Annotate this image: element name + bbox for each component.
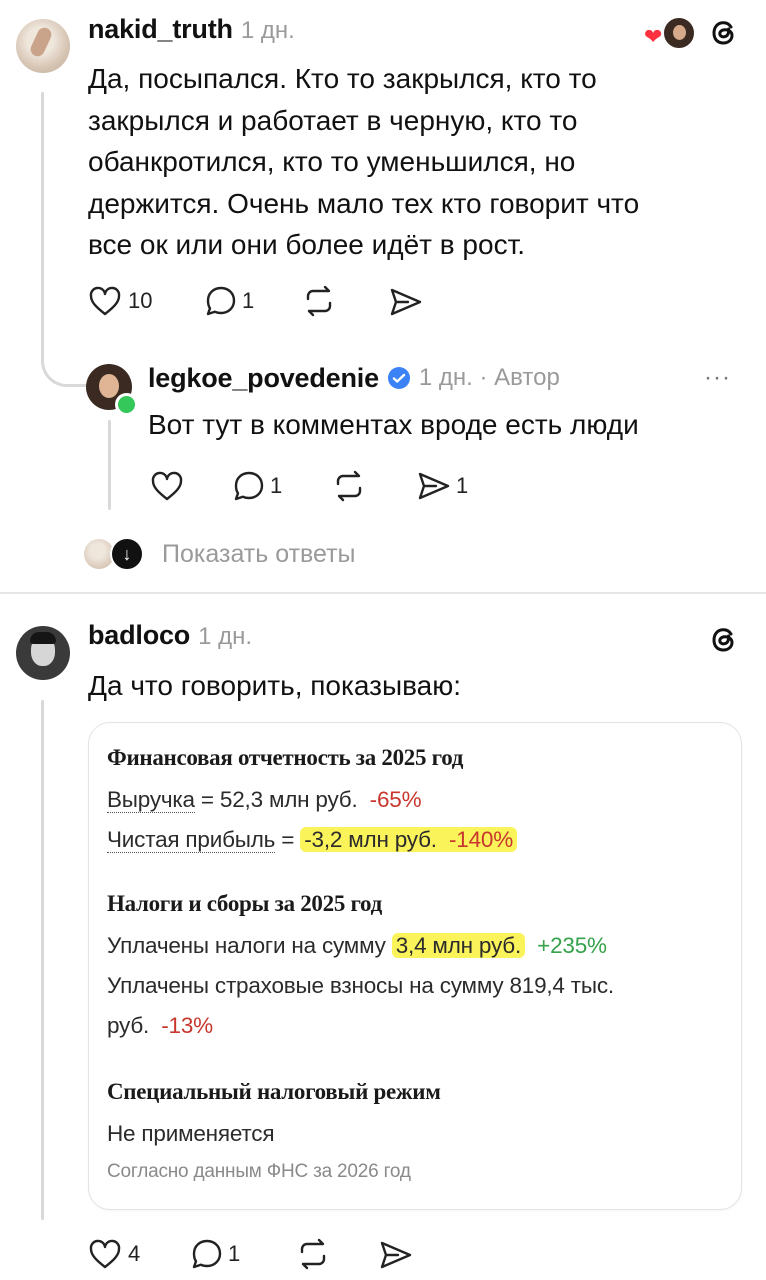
avatar-nakid-truth[interactable] — [16, 19, 70, 73]
like-button[interactable] — [150, 470, 184, 502]
comment-icon — [204, 285, 238, 317]
profit-label: Чистая прибыль — [107, 827, 276, 853]
like-button[interactable]: 10 — [88, 285, 152, 317]
highlight-marker: -3,2 млн руб. -140% — [300, 827, 518, 852]
arrow-down-icon: ↓ — [110, 537, 144, 571]
verified-badge-icon — [387, 366, 411, 390]
share-count: 1 — [456, 473, 469, 498]
post-text-line: Да, посыпался. Кто то закрылся, кто то — [88, 63, 597, 94]
insurance-row: Уплачены страховые взносы на сумму 819,4… — [107, 973, 614, 998]
share-icon[interactable] — [378, 1239, 414, 1271]
profit-eq: = — [275, 827, 301, 852]
revenue-change: -65% — [369, 787, 422, 812]
thread-line — [41, 92, 44, 362]
repost-icon[interactable] — [330, 470, 368, 502]
show-replies-label: Показать ответы — [162, 539, 356, 568]
revenue-label: Выручка — [107, 787, 195, 813]
insurance-change: -13% — [161, 1013, 213, 1038]
taxes-label: Уплачены налоги на сумму — [107, 933, 392, 958]
attached-image-card[interactable]: Финансовая отчетность за 2025 год Выручк… — [88, 722, 742, 1210]
username[interactable]: badloco — [88, 620, 190, 651]
threads-icon[interactable] — [706, 15, 742, 51]
revenue-value: = 52,3 млн руб. — [194, 787, 358, 812]
post-divider — [0, 592, 766, 594]
share-icon — [416, 470, 452, 502]
post-text-line: закрылся и работает в черную, кто то — [88, 104, 578, 136]
like-count: 10 — [128, 288, 153, 313]
like-button[interactable]: 4 — [88, 1238, 140, 1270]
username[interactable]: legkoe_povedenie — [148, 363, 379, 394]
section-title-taxes: Налоги и сборы за 2025 год — [107, 891, 382, 916]
post-text: Да что говорить, показываю: — [88, 670, 461, 701]
reply-button[interactable]: 1 — [204, 285, 254, 317]
post-text-line: обанкротился, кто то уменьшился, но — [88, 146, 576, 177]
regime-value: Не применяется — [107, 1121, 275, 1146]
share-icon[interactable] — [388, 286, 424, 318]
insurance-unit: руб. — [107, 1013, 150, 1038]
username[interactable]: nakid_truth — [88, 14, 233, 45]
reply-count: 1 — [270, 473, 283, 498]
reply-text: Вот тут в комментах вроде есть люди — [148, 409, 639, 440]
online-status-dot — [115, 393, 138, 416]
liked-by-avatar — [662, 16, 696, 50]
repost-icon[interactable] — [300, 285, 338, 317]
highlight-marker: 3,4 млн руб. — [391, 933, 526, 958]
reply-time: 1 дн. · Автор — [418, 364, 560, 391]
reply-button[interactable]: 1 — [232, 470, 282, 502]
taxes-row: Уплачены налоги на сумму 3,4 млн руб. +2… — [107, 933, 607, 959]
share-button[interactable]: 1 — [416, 470, 468, 502]
taxes-value: 3,4 млн руб. — [395, 933, 522, 958]
like-count: 4 — [128, 1241, 141, 1266]
profit-row: Чистая прибыль = -3,2 млн руб. -140% — [107, 827, 518, 853]
section-title-regime: Специальный налоговый режим — [107, 1079, 441, 1104]
comment-icon — [190, 1238, 224, 1270]
revenue-row: Выручка = 52,3 млн руб. -65% — [107, 787, 422, 813]
section-title-financial: Финансовая отчетность за 2025 год — [107, 745, 464, 770]
insurance-row-cont: руб. -13% — [107, 1013, 213, 1039]
post-time: 1 дн. — [240, 17, 295, 44]
source-note: Согласно данным ФНС за 2026 год — [107, 1161, 411, 1182]
thread-line — [41, 700, 44, 1220]
reply-count: 1 — [242, 288, 255, 313]
liked-by-author[interactable]: ❤ — [642, 16, 696, 50]
heart-outline-icon — [88, 285, 122, 317]
avatar-badloco[interactable] — [16, 626, 70, 680]
post-text: Да, посыпался. Кто то закрылся, кто то з… — [88, 58, 748, 266]
profit-change: -140% — [448, 827, 514, 852]
post-time: 1 дн. — [198, 623, 253, 650]
reply-count: 1 — [228, 1241, 241, 1266]
profit-value: -3,2 млн руб. — [304, 827, 437, 852]
reply-button[interactable]: 1 — [190, 1238, 240, 1270]
show-replies-button[interactable]: ↓ Показать ответы — [84, 536, 356, 572]
post-text-line: все ок или они более идёт в рост. — [88, 229, 526, 260]
heart-outline-icon — [88, 1238, 122, 1270]
repost-icon[interactable] — [294, 1238, 332, 1270]
reply-thread-line — [108, 420, 111, 510]
taxes-change: +235% — [537, 933, 607, 958]
heart-icon: ❤ — [644, 24, 663, 49]
post-text-line: держится. Очень мало тех кто говорит что — [88, 187, 640, 219]
threads-icon[interactable] — [706, 622, 742, 658]
comment-icon — [232, 470, 266, 502]
more-options-button[interactable]: ··· — [704, 364, 731, 392]
